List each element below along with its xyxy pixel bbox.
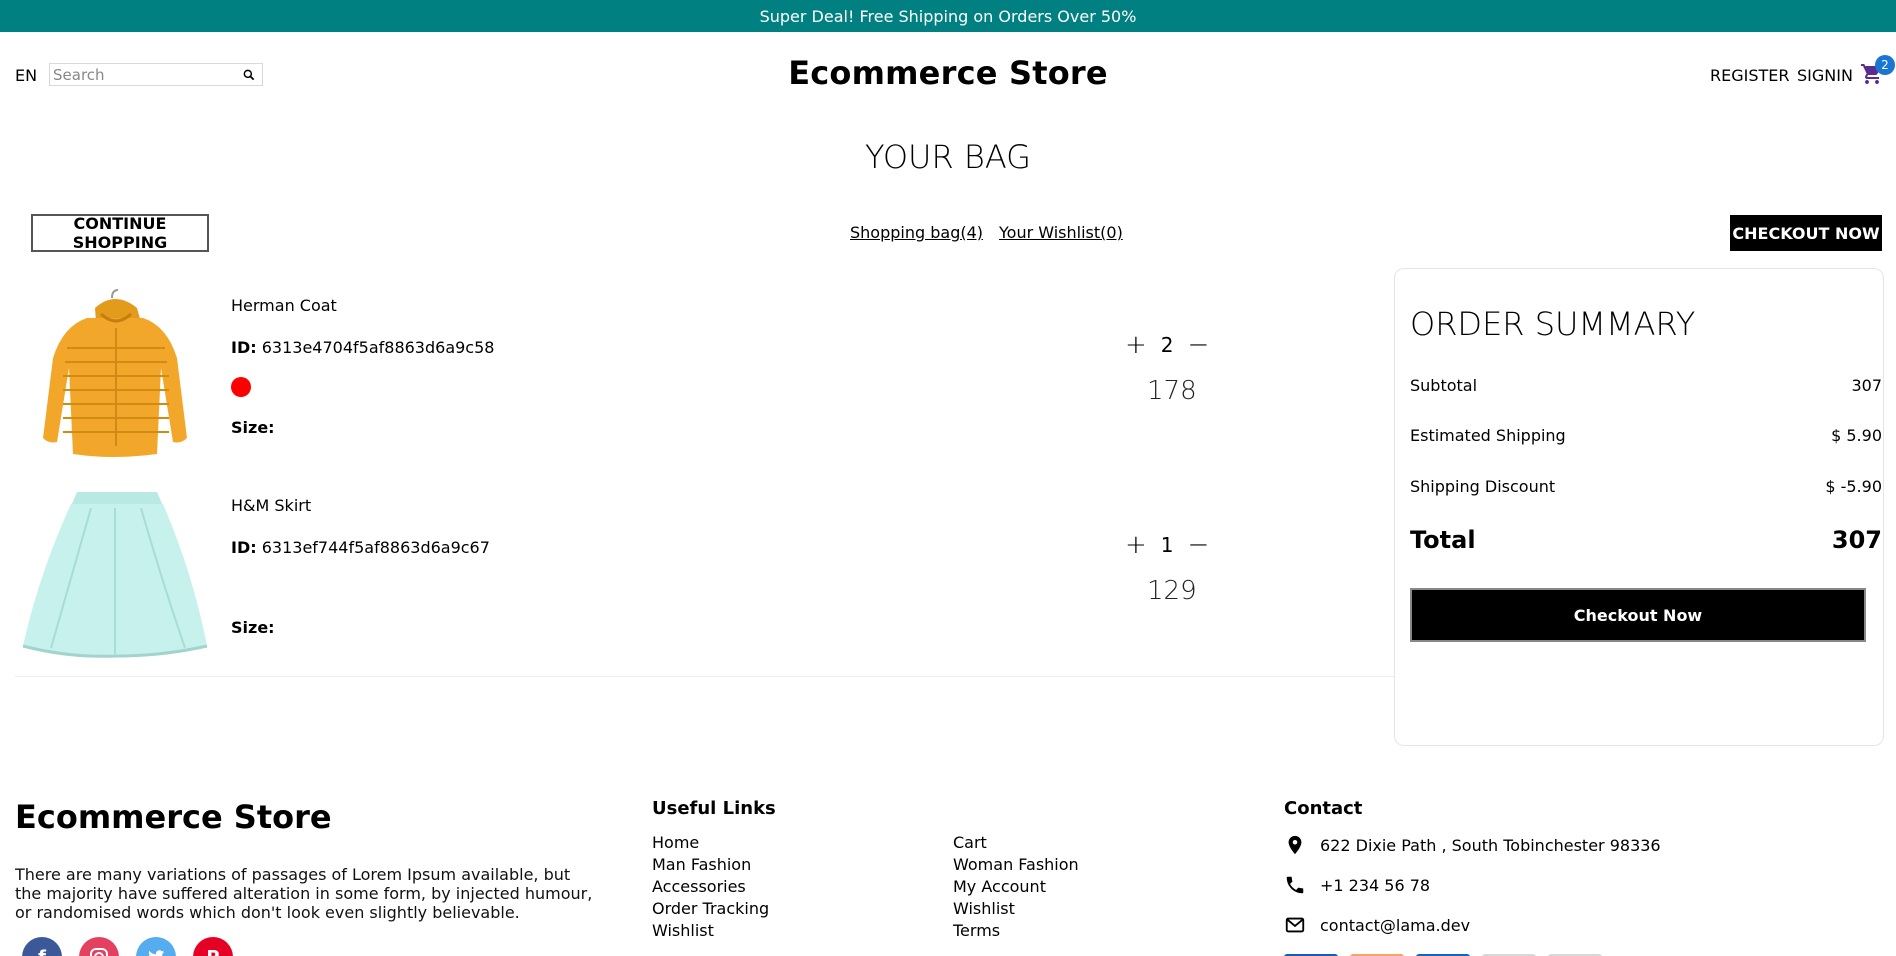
footer-link[interactable]: Woman Fashion bbox=[953, 855, 1153, 874]
cart-button[interactable]: 2 bbox=[1860, 55, 1895, 88]
phone-text: +1 234 56 78 bbox=[1320, 875, 1431, 895]
language-selector[interactable]: EN bbox=[15, 66, 37, 85]
product-size: Size: bbox=[231, 418, 275, 437]
address-text: 622 Dixie Path , South Tobinchester 9833… bbox=[1320, 835, 1661, 855]
discount-row: Shipping Discount $ -5.90 bbox=[1410, 477, 1882, 496]
search-box bbox=[49, 63, 263, 86]
shipping-value: $ 5.90 bbox=[1831, 426, 1882, 445]
product-id: ID: 6313e4704f5af8863d6a9c58 bbox=[231, 338, 494, 357]
search-icon[interactable] bbox=[242, 68, 256, 82]
footer-link[interactable]: Man Fashion bbox=[652, 855, 953, 874]
contact-email: contact@lama.dev bbox=[1284, 914, 1470, 936]
footer-link[interactable]: Home bbox=[652, 833, 953, 852]
product-name[interactable]: Herman Coat bbox=[231, 296, 337, 315]
footer-link[interactable]: Cart bbox=[953, 833, 1153, 852]
announcement-text: Super Deal! Free Shipping on Orders Over… bbox=[759, 6, 1137, 26]
product-price: 129 bbox=[1147, 576, 1197, 606]
product-id: ID: 6313ef744f5af8863d6a9c67 bbox=[231, 538, 490, 557]
navbar: EN Ecommerce Store REGISTER SIGNIN 2 bbox=[0, 32, 1896, 122]
summary-title: ORDER SUMMARY bbox=[1410, 305, 1696, 343]
product-id-value: 6313e4704f5af8863d6a9c58 bbox=[261, 338, 495, 357]
useful-links-list: Home Cart Man Fashion Woman Fashion Acce… bbox=[652, 833, 1153, 940]
contact-title: Contact bbox=[1284, 798, 1363, 819]
subtotal-label: Subtotal bbox=[1410, 376, 1478, 395]
total-row: Total 307 bbox=[1410, 526, 1882, 554]
footer-description: There are many variations of passages of… bbox=[15, 865, 593, 922]
wishlist-link[interactable]: Your Wishlist(0) bbox=[999, 223, 1123, 242]
subtotal-row: Subtotal 307 bbox=[1410, 376, 1882, 395]
subtotal-value: 307 bbox=[1851, 376, 1882, 395]
location-icon bbox=[1288, 835, 1302, 855]
product-size: Size: bbox=[231, 618, 275, 637]
cart-item: Herman Coat ID: 6313e4704f5af8863d6a9c58… bbox=[15, 278, 1395, 458]
shipping-row: Estimated Shipping $ 5.90 bbox=[1410, 426, 1882, 445]
product-id-label: ID: bbox=[231, 338, 257, 357]
register-link[interactable]: REGISTER bbox=[1710, 66, 1790, 85]
total-label: Total bbox=[1410, 526, 1476, 554]
decrease-quantity-icon[interactable]: − bbox=[1188, 532, 1210, 558]
cart-count-badge: 2 bbox=[1875, 55, 1895, 75]
product-image-skirt[interactable] bbox=[15, 478, 215, 658]
quantity-stepper: + 1 − bbox=[1125, 532, 1209, 558]
facebook-icon[interactable]: f bbox=[22, 937, 62, 956]
divider bbox=[15, 676, 1395, 677]
continue-shopping-button[interactable]: CONTINUE SHOPPING bbox=[31, 214, 209, 252]
decrease-quantity-icon[interactable]: − bbox=[1188, 332, 1210, 358]
footer-link[interactable]: Accessories bbox=[652, 877, 953, 896]
mail-icon bbox=[1285, 917, 1305, 933]
product-name[interactable]: H&M Skirt bbox=[231, 496, 311, 515]
search-input[interactable] bbox=[50, 64, 238, 85]
twitter-icon[interactable] bbox=[136, 937, 176, 956]
email-text[interactable]: contact@lama.dev bbox=[1320, 916, 1470, 935]
checkout-now-button[interactable]: Checkout Now bbox=[1410, 588, 1866, 642]
footer-link[interactable]: Wishlist bbox=[652, 921, 953, 940]
phone-icon bbox=[1286, 876, 1304, 894]
cart-item: H&M Skirt ID: 6313ef744f5af8863d6a9c67 S… bbox=[15, 478, 1395, 658]
quantity-stepper: + 2 − bbox=[1125, 332, 1209, 358]
increase-quantity-icon[interactable]: + bbox=[1125, 532, 1147, 558]
useful-links-title: Useful Links bbox=[652, 798, 776, 819]
contact-phone: +1 234 56 78 bbox=[1284, 874, 1430, 896]
checkout-now-top-button[interactable]: CHECKOUT NOW bbox=[1730, 215, 1882, 251]
footer-link[interactable]: Order Tracking bbox=[652, 899, 953, 918]
quantity-value: 1 bbox=[1160, 533, 1174, 557]
discount-label: Shipping Discount bbox=[1410, 477, 1556, 496]
total-value: 307 bbox=[1831, 526, 1882, 554]
product-price: 178 bbox=[1147, 376, 1197, 406]
signin-link[interactable]: SIGNIN bbox=[1797, 66, 1853, 85]
site-logo: Ecommerce Store bbox=[0, 54, 1896, 92]
product-id-value: 6313ef744f5af8863d6a9c67 bbox=[261, 538, 490, 557]
order-summary: ORDER SUMMARY Subtotal 307 Estimated Shi… bbox=[1394, 268, 1884, 746]
increase-quantity-icon[interactable]: + bbox=[1125, 332, 1147, 358]
contact-address: 622 Dixie Path , South Tobinchester 9833… bbox=[1284, 834, 1661, 856]
quantity-value: 2 bbox=[1160, 333, 1174, 357]
footer-link[interactable]: My Account bbox=[953, 877, 1153, 896]
footer-logo: Ecommerce Store bbox=[15, 798, 332, 836]
instagram-icon[interactable] bbox=[79, 937, 119, 956]
footer-link[interactable]: Wishlist bbox=[953, 899, 1153, 918]
product-image-coat[interactable] bbox=[15, 278, 215, 458]
pinterest-icon[interactable]: P bbox=[193, 937, 233, 956]
shipping-label: Estimated Shipping bbox=[1410, 426, 1566, 445]
logo-text[interactable]: Ecommerce Store bbox=[788, 54, 1108, 92]
footer: Ecommerce Store There are many variation… bbox=[0, 760, 1896, 956]
bag-tabs: Shopping bag(4) Your Wishlist(0) bbox=[850, 223, 1123, 242]
discount-value: $ -5.90 bbox=[1825, 477, 1882, 496]
shopping-bag-link[interactable]: Shopping bag(4) bbox=[850, 223, 983, 242]
product-id-label: ID: bbox=[231, 538, 257, 557]
footer-link[interactable]: Terms bbox=[953, 921, 1153, 940]
page-title: YOUR BAG bbox=[865, 138, 1031, 176]
social-links: f P bbox=[22, 937, 233, 956]
announcement-bar: Super Deal! Free Shipping on Orders Over… bbox=[0, 0, 1896, 32]
product-color-swatch bbox=[231, 377, 251, 397]
